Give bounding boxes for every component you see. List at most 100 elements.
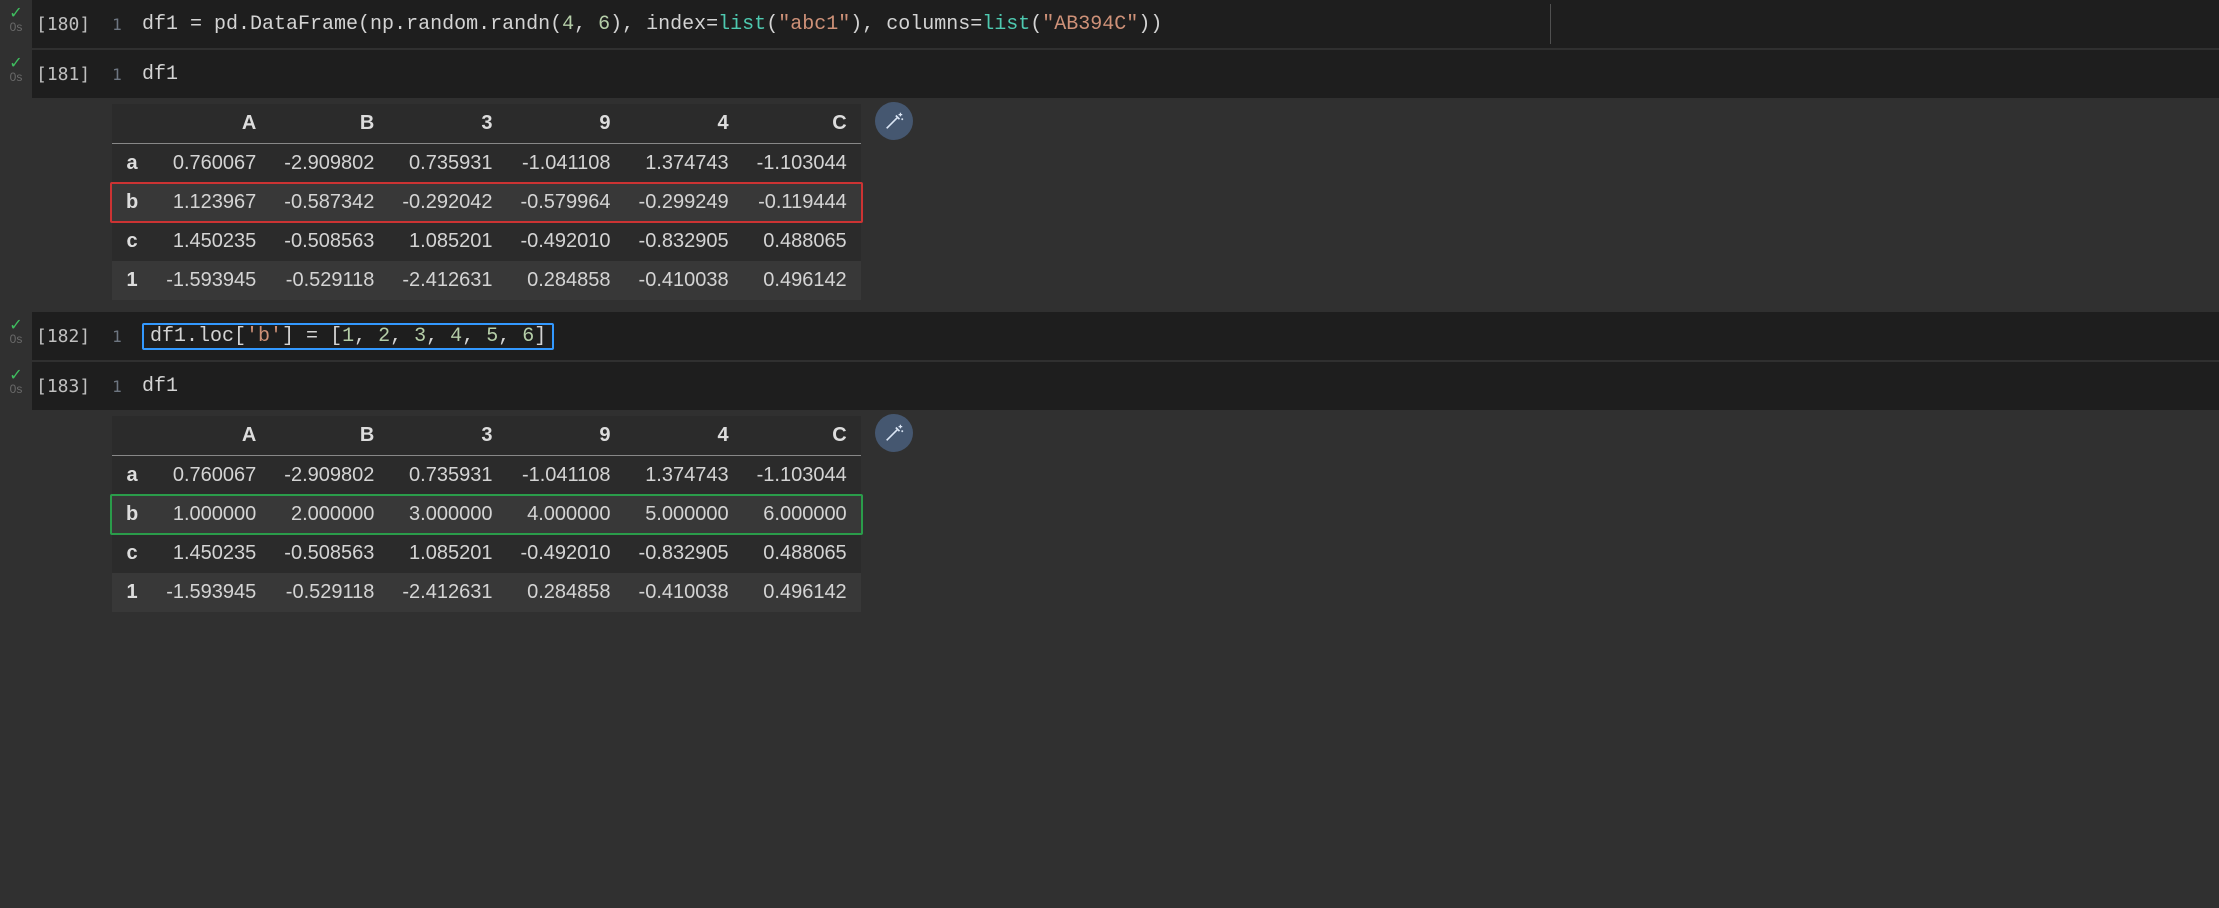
col-header: B [270, 104, 388, 144]
exec-time: 0s [10, 332, 23, 346]
col-header: B [270, 416, 388, 456]
code-text[interactable]: df1 = pd.DataFrame(np.random.randn(4, 6)… [142, 13, 1162, 36]
row-index: b [112, 183, 152, 222]
table-cell: -2.909802 [270, 456, 388, 496]
line-number: 1 [102, 0, 132, 48]
table-cell: 2.000000 [270, 495, 388, 534]
table-cell: 0.488065 [743, 222, 861, 261]
row-index: 1 [112, 573, 152, 612]
table-cell: -0.299249 [625, 183, 743, 222]
exec-time: 0s [10, 382, 23, 396]
table-cell: -0.832905 [625, 222, 743, 261]
exec-count: [180] [32, 0, 102, 48]
col-header: 4 [625, 416, 743, 456]
exec-time: 0s [10, 20, 23, 34]
table-cell: -1.593945 [152, 573, 270, 612]
col-header: 9 [506, 104, 624, 144]
code-text[interactable]: df1 [142, 63, 178, 86]
cell-gutter: ✓ 0s [0, 0, 32, 48]
code-cell: ✓ 0s [180] 1 df1 = pd.DataFrame(np.rando… [0, 0, 2219, 48]
table-cell: -0.587342 [270, 183, 388, 222]
table-cell: 0.496142 [743, 573, 861, 612]
cell-gutter: ✓ 0s [0, 362, 32, 410]
line-number: 1 [102, 50, 132, 98]
table-cell: -1.041108 [506, 144, 624, 184]
exec-count: [182] [32, 312, 102, 360]
magic-wand-button[interactable] [875, 102, 913, 140]
code-editor[interactable]: df1 [132, 50, 2219, 98]
col-header: A [152, 104, 270, 144]
col-header: C [743, 104, 861, 144]
table-cell: -0.529118 [270, 573, 388, 612]
table-cell: 1.374743 [625, 144, 743, 184]
table-row: a0.760067-2.9098020.735931-1.0411081.374… [112, 144, 861, 184]
table-cell: -0.292042 [388, 183, 506, 222]
table-cell: -0.492010 [506, 222, 624, 261]
table-cell: 5.000000 [625, 495, 743, 534]
table-cell: 6.000000 [743, 495, 861, 534]
col-header: 3 [388, 416, 506, 456]
table-row: b1.123967-0.587342-0.292042-0.579964-0.2… [112, 183, 861, 222]
line-number: 1 [102, 362, 132, 410]
exec-count: [183] [32, 362, 102, 410]
cell-gutter: ✓ 0s [0, 312, 32, 360]
table-cell: 1.450235 [152, 222, 270, 261]
table-cell: 3.000000 [388, 495, 506, 534]
col-header: C [743, 416, 861, 456]
table-cell: -1.103044 [743, 456, 861, 496]
dataframe-table: AB394Ca0.760067-2.9098020.735931-1.04110… [112, 416, 861, 612]
table-cell: 1.450235 [152, 534, 270, 573]
table-cell: 1.085201 [388, 534, 506, 573]
code-editor[interactable]: df1.loc['b'] = [1, 2, 3, 4, 5, 6] [132, 312, 2219, 360]
table-cell: -1.103044 [743, 144, 861, 184]
col-header: 4 [625, 104, 743, 144]
code-cell: ✓ 0s [183] 1 df1 [0, 362, 2219, 410]
table-cell: -0.579964 [506, 183, 624, 222]
table-cell: -0.508563 [270, 222, 388, 261]
magic-wand-button[interactable] [875, 414, 913, 452]
blue-highlight-box[interactable]: df1.loc['b'] = [1, 2, 3, 4, 5, 6] [142, 323, 554, 350]
table-row: c1.450235-0.5085631.085201-0.492010-0.83… [112, 534, 861, 573]
cell-output: AB394Ca0.760067-2.9098020.735931-1.04110… [0, 100, 2219, 312]
table-cell: -0.508563 [270, 534, 388, 573]
table-cell: -0.119444 [743, 183, 861, 222]
row-index: a [112, 456, 152, 496]
code-editor[interactable]: df1 = pd.DataFrame(np.random.randn(4, 6)… [132, 0, 2219, 48]
table-cell: 0.496142 [743, 261, 861, 300]
line-number: 1 [102, 312, 132, 360]
table-row: a0.760067-2.9098020.735931-1.0411081.374… [112, 456, 861, 496]
row-index: 1 [112, 261, 152, 300]
table-row: b1.0000002.0000003.0000004.0000005.00000… [112, 495, 861, 534]
code-text[interactable]: df1 [142, 375, 178, 398]
table-cell: -0.410038 [625, 573, 743, 612]
table-cell: 1.000000 [152, 495, 270, 534]
table-cell: 0.760067 [152, 456, 270, 496]
table-cell: -2.412631 [388, 573, 506, 612]
table-cell: -0.832905 [625, 534, 743, 573]
table-cell: -0.410038 [625, 261, 743, 300]
col-header: 9 [506, 416, 624, 456]
table-cell: -1.593945 [152, 261, 270, 300]
cell-output: AB394Ca0.760067-2.9098020.735931-1.04110… [0, 412, 2219, 624]
table-cell: 1.374743 [625, 456, 743, 496]
table-cell: -0.529118 [270, 261, 388, 300]
row-index: b [112, 495, 152, 534]
table-cell: 4.000000 [506, 495, 624, 534]
table-cell: -2.412631 [388, 261, 506, 300]
table-cell: 1.085201 [388, 222, 506, 261]
code-editor[interactable]: df1 [132, 362, 2219, 410]
table-cell: 0.735931 [388, 456, 506, 496]
table-row: c1.450235-0.5085631.085201-0.492010-0.83… [112, 222, 861, 261]
code-cell: ✓ 0s [182] 1 df1.loc['b'] = [1, 2, 3, 4,… [0, 312, 2219, 360]
row-index: c [112, 222, 152, 261]
table-cell: 0.735931 [388, 144, 506, 184]
table-cell: 0.760067 [152, 144, 270, 184]
table-cell: -0.492010 [506, 534, 624, 573]
table-cell: 0.488065 [743, 534, 861, 573]
exec-time: 0s [10, 70, 23, 84]
table-cell: 0.284858 [506, 573, 624, 612]
table-cell: 1.123967 [152, 183, 270, 222]
exec-count: [181] [32, 50, 102, 98]
table-cell: 0.284858 [506, 261, 624, 300]
col-header: 3 [388, 104, 506, 144]
